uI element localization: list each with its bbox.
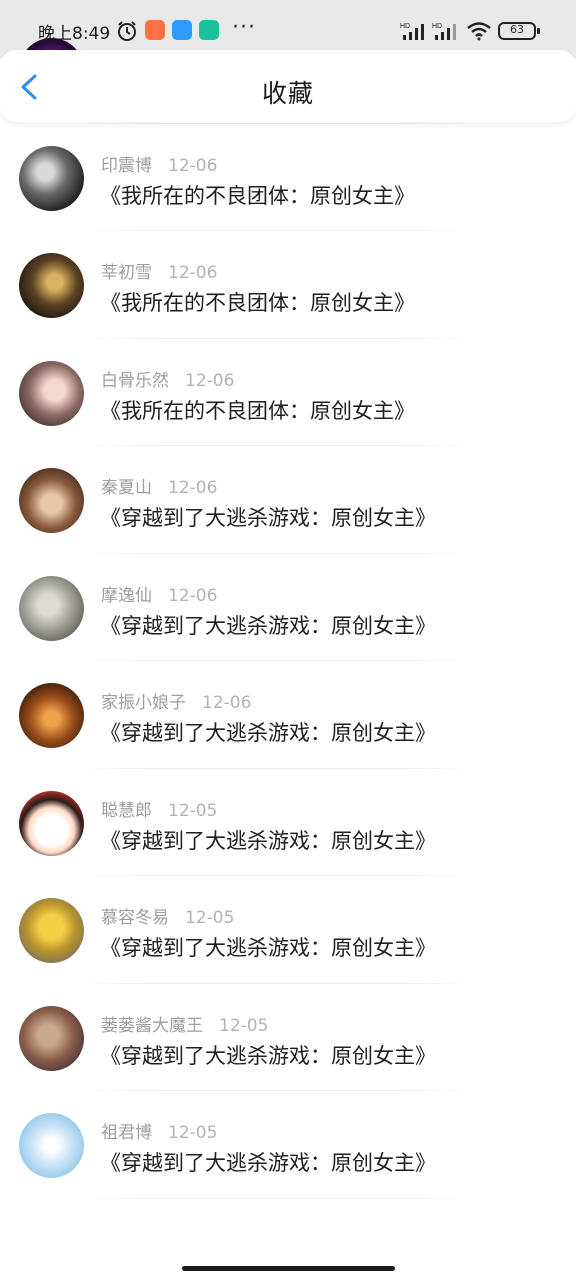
list-item[interactable]: 摩逸仙 12-06 《穿越到了大逃杀游戏：原创女主》	[0, 554, 576, 661]
book-title[interactable]: 《我所在的不良团体：原创女主》	[100, 287, 415, 317]
book-title[interactable]: 《穿越到了大逃杀游戏：原创女主》	[100, 1040, 436, 1070]
book-title[interactable]: 《我所在的不良团体：原创女主》	[100, 395, 415, 425]
book-title[interactable]: 《我所在的不良团体：原创女主》	[100, 180, 415, 210]
item-meta: 摩逸仙 12-06	[101, 581, 217, 606]
avatar[interactable]	[19, 683, 84, 748]
avatar[interactable]	[19, 1113, 84, 1178]
avatar[interactable]	[19, 468, 84, 533]
date-label: 12-06	[168, 263, 218, 283]
avatar[interactable]	[19, 145, 84, 211]
page-title: 收藏	[261, 79, 314, 108]
username[interactable]: 莘初雪	[101, 263, 152, 283]
date-label: 12-06	[168, 585, 218, 606]
book-title[interactable]: 《穿越到了大逃杀游戏：原创女主》	[100, 717, 436, 747]
date-label: 12-06	[202, 693, 252, 713]
date-label: 12-05	[219, 1015, 269, 1036]
item-meta: 印震博 12-06	[101, 151, 217, 176]
list-item[interactable]: 家振小娘子 12-06 《穿越到了大逃杀游戏：原创女主》	[0, 661, 576, 769]
book-title[interactable]: 《穿越到了大逃杀游戏：原创女主》	[100, 610, 436, 640]
username[interactable]: 秦夏山	[101, 478, 152, 498]
username[interactable]: 白骨乐然	[101, 371, 169, 391]
list-item[interactable]: 祖君博 12-05 《穿越到了大逃杀游戏：原创女主》	[0, 1091, 576, 1199]
item-meta: 莘初雪 12-06	[101, 258, 217, 283]
date-label: 12-06	[185, 370, 235, 391]
item-meta: 白骨乐然 12-06	[101, 366, 234, 391]
item-meta: 聪慧郎 12-05	[101, 796, 217, 821]
item-meta: 家振小娘子 12-06	[101, 688, 251, 713]
list-item[interactable]: 白骨乐然 12-06 《我所在的不良团体：原创女主》	[0, 339, 576, 446]
list-item[interactable]: 慕容冬易 12-05 《穿越到了大逃杀游戏：原创女主》	[0, 876, 576, 984]
book-title[interactable]: 《穿越到了大逃杀游戏：原创女主》	[100, 1147, 436, 1177]
list-item[interactable]: 聪慧郎 12-05 《穿越到了大逃杀游戏：原创女主》	[0, 769, 576, 876]
book-title[interactable]: 《穿越到了大逃杀游戏：原创女主》	[100, 825, 436, 855]
date-label: 12-05	[168, 1123, 218, 1143]
app-header: 收藏	[0, 50, 576, 122]
username[interactable]: 摩逸仙	[101, 586, 152, 606]
username[interactable]: 慕容冬易	[101, 908, 169, 928]
list-item[interactable]: 印震博 12-06 《我所在的不良团体：原创女主》	[0, 124, 576, 231]
username[interactable]: 聪慧郎	[101, 801, 152, 821]
home-indicator[interactable]	[182, 1266, 395, 1271]
date-label: 12-06	[168, 155, 218, 176]
item-meta: 秦夏山 12-06	[101, 473, 217, 498]
date-label: 12-05	[185, 908, 235, 928]
date-label: 12-06	[168, 478, 218, 498]
avatar[interactable]	[19, 790, 84, 856]
avatar[interactable]	[19, 575, 84, 641]
list-item[interactable]: 秦夏山 12-06 《穿越到了大逃杀游戏：原创女主》	[0, 446, 576, 554]
book-title[interactable]: 《穿越到了大逃杀游戏：原创女主》	[100, 502, 436, 532]
divider	[78, 1197, 478, 1199]
avatar[interactable]	[19, 1005, 84, 1071]
list-item[interactable]: 莘初雪 12-06 《我所在的不良团体：原创女主》	[0, 231, 576, 339]
item-meta: 祖君博 12-05	[101, 1118, 217, 1143]
username[interactable]: 祖君博	[101, 1123, 152, 1143]
avatar[interactable]	[19, 360, 84, 426]
date-label: 12-05	[168, 800, 218, 821]
list-item[interactable]: 蒌蒌酱大魔王 12-05 《穿越到了大逃杀游戏：原创女主》	[0, 984, 576, 1091]
book-title[interactable]: 《穿越到了大逃杀游戏：原创女主》	[100, 932, 436, 962]
avatar[interactable]	[19, 898, 84, 963]
favorites-list: 《我所在的不良团体：原创女主》印震博12-06《我所在的不良团体：原创女主》莘初…	[0, 38, 576, 1199]
username[interactable]: 蒌蒌酱大魔王	[101, 1016, 203, 1036]
item-meta: 蒌蒌酱大魔王 12-05	[101, 1011, 268, 1036]
avatar[interactable]	[19, 253, 84, 318]
username[interactable]: 家振小娘子	[101, 693, 186, 713]
username[interactable]: 印震博	[101, 156, 152, 176]
item-meta: 慕容冬易 12-05	[101, 903, 234, 928]
